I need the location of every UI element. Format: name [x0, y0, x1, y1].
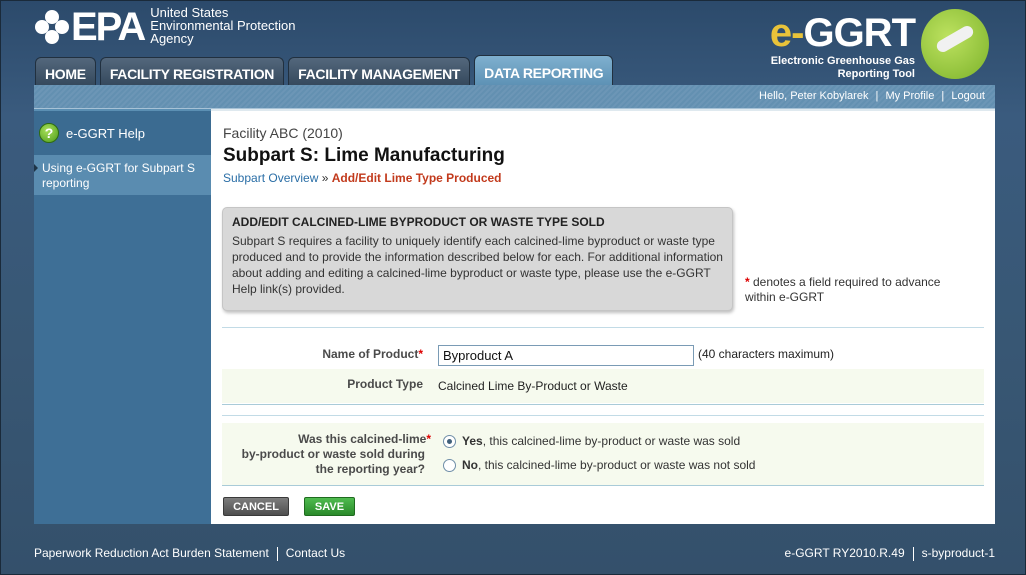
required-field-note: * denotes a field required to advance wi… [745, 275, 941, 304]
main-nav: HOME FACILITY REGISTRATION FACILITY MANA… [35, 55, 614, 87]
sidebar-help[interactable]: ? e-GGRT Help [34, 109, 211, 155]
tab-facility-management[interactable]: FACILITY MANAGEMENT [288, 57, 471, 87]
epa-agency-name: United States Environmental Protection A… [150, 4, 296, 46]
paperwork-link[interactable]: Paperwork Reduction Act Burden Statement [34, 546, 269, 560]
version-label: e-GGRT RY2010.R.49 [784, 546, 905, 560]
info-box: ADD/EDIT CALCINED-LIME BYPRODUCT OR WAST… [222, 207, 733, 311]
product-type-label: Product Type [347, 377, 423, 391]
product-type-value: Calcined Lime By-Product or Waste [438, 379, 628, 393]
help-icon: ? [39, 123, 59, 143]
tab-data-reporting[interactable]: DATA REPORTING [474, 55, 614, 87]
breadcrumb-current: Add/Edit Lime Type Produced [331, 171, 502, 185]
product-name-hint: (40 characters maximum) [698, 347, 835, 361]
user-greeting: Hello, Peter Kobylarek [759, 90, 869, 102]
cancel-button[interactable]: CANCEL [223, 497, 289, 516]
app-frame: EPA United States Environmental Protecti… [0, 0, 1026, 575]
eggrt-subtitle: Electronic Greenhouse Gas Reporting Tool [770, 55, 915, 80]
eggrt-logo: e-GGRT Electronic Greenhouse Gas Reporti… [749, 9, 989, 83]
tab-facility-registration[interactable]: FACILITY REGISTRATION [99, 57, 285, 87]
breadcrumb-subpart-overview[interactable]: Subpart Overview [223, 171, 318, 185]
info-box-text: Subpart S requires a facility to uniquel… [232, 234, 723, 296]
user-bar: Hello, Peter Kobylarek | My Profile | Lo… [34, 85, 995, 109]
epa-flower-icon [35, 10, 69, 44]
sold-no-option[interactable]: No, this calcined-lime by-product or was… [443, 458, 755, 472]
page-id-label: s-byproduct-1 [921, 546, 995, 560]
sidebar-help-label: e-GGRT Help [66, 125, 145, 141]
bird-icon [921, 9, 989, 79]
my-profile-link[interactable]: My Profile [885, 90, 934, 102]
sidebar-item-subpart-s-help[interactable]: Using e-GGRT for Subpart S reporting [34, 155, 211, 195]
info-box-title: ADD/EDIT CALCINED-LIME BYPRODUCT OR WAST… [232, 215, 605, 229]
main-content: Facility ABC (2010) Subpart S: Lime Manu… [211, 109, 995, 524]
page-title: Subpart S: Lime Manufacturing [223, 145, 505, 166]
product-name-input[interactable] [438, 345, 694, 366]
divider [222, 415, 984, 416]
divider [222, 327, 984, 328]
divider [222, 404, 984, 405]
save-button[interactable]: SAVE [304, 497, 355, 516]
epa-wordmark: EPA [71, 5, 146, 49]
breadcrumb: Subpart Overview » Add/Edit Lime Type Pr… [223, 171, 502, 185]
sold-yes-option[interactable]: Yes, this calcined-lime by-product or wa… [443, 434, 740, 448]
logout-link[interactable]: Logout [951, 90, 985, 102]
epa-logo[interactable]: EPA United States Environmental Protecti… [35, 4, 296, 49]
sold-no-radio[interactable] [443, 458, 456, 472]
sidebar: ? e-GGRT Help Using e-GGRT for Subpart S… [34, 109, 211, 524]
eggrt-wordmark: e-GGRT [769, 11, 916, 55]
tab-home[interactable]: HOME [35, 57, 96, 87]
contact-us-link[interactable]: Contact Us [286, 546, 345, 560]
sold-yes-radio[interactable] [443, 434, 456, 448]
sold-question-label: Was this calcined-lime* by-product or wa… [241, 432, 431, 476]
divider [222, 485, 984, 486]
facility-name: Facility ABC (2010) [223, 125, 343, 141]
product-name-label: Name of Product* [322, 347, 423, 361]
